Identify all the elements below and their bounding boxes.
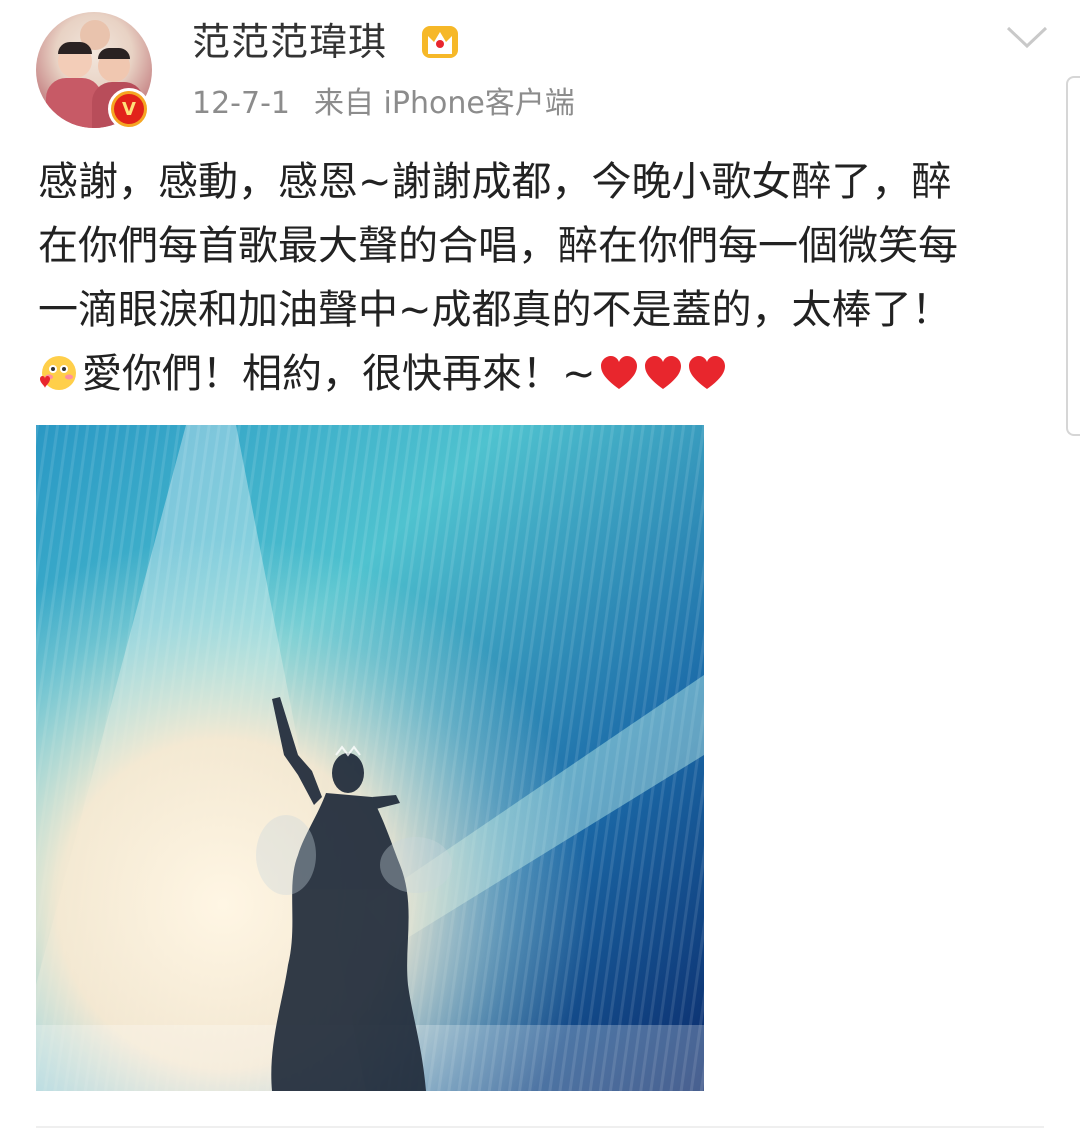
- verified-badge-icon: V: [108, 88, 150, 130]
- post-photo[interactable]: [36, 425, 704, 1091]
- post-text-line: 愛你們！相約，很快再來！~: [82, 351, 596, 397]
- heart-icon: [688, 356, 725, 389]
- post-text-line: 一滴眼淚和加油聲中~成都真的不是蓋的，太棒了！: [38, 287, 952, 333]
- divider: [36, 1126, 1044, 1128]
- blush-face-icon: [40, 356, 76, 390]
- post-source[interactable]: 来自 iPhone客户端: [314, 86, 575, 121]
- post-text-last-line: 愛你們！相約，很快再來！~: [38, 342, 1038, 406]
- user-name[interactable]: 范范范瑋琪: [192, 18, 387, 66]
- post-text-line: 感謝，感動，感恩~謝謝成都，今晚小歌女醉了，醉: [38, 159, 952, 205]
- scrollbar[interactable]: [1066, 76, 1080, 436]
- heart-icon: [644, 356, 681, 389]
- crown-icon[interactable]: [418, 20, 462, 64]
- heart-icon: [600, 356, 637, 389]
- chevron-down-icon[interactable]: [1004, 22, 1050, 52]
- post-text-line: 在你們每首歌最大聲的合唱，醉在你們每一個微笑每: [38, 223, 958, 269]
- post-text: 感謝，感動，感恩~謝謝成都，今晚小歌女醉了，醉 在你們每首歌最大聲的合唱，醉在你…: [38, 150, 1038, 406]
- post-date: 12-7-1: [192, 86, 290, 121]
- weibo-post: V 范范范瑋琪 12-7-1 来自 iPhone客户端 感謝，感動，感恩~謝謝成都…: [0, 0, 1080, 1130]
- post-meta: 12-7-1 来自 iPhone客户端: [192, 84, 575, 124]
